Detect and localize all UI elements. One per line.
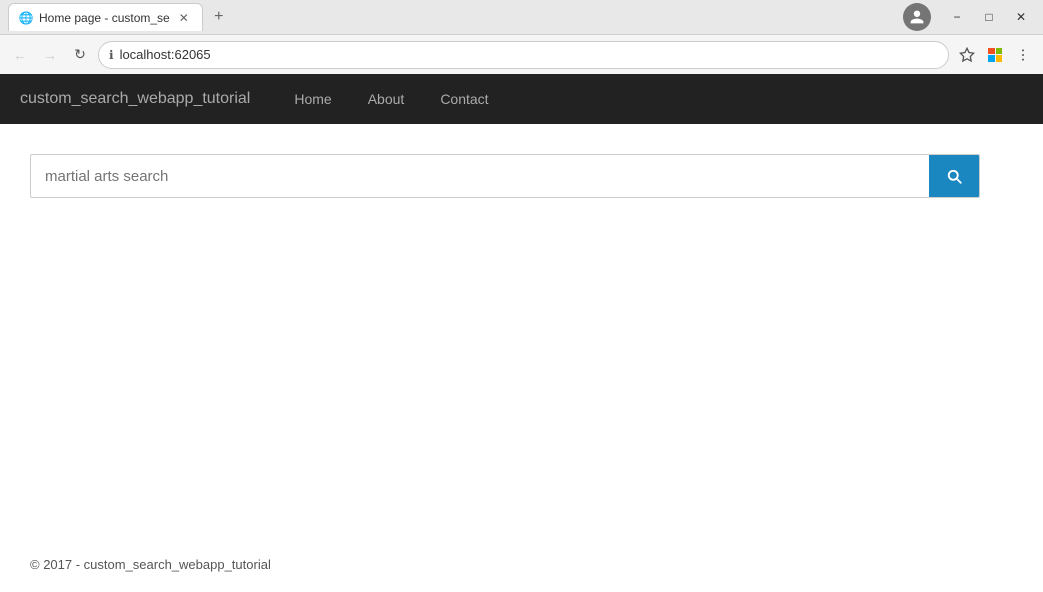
refresh-button[interactable]: ↻ — [68, 43, 92, 67]
main-content — [0, 124, 1043, 537]
search-button[interactable] — [929, 155, 979, 197]
app-window: custom_search_webapp_tutorial Home About… — [0, 74, 1043, 592]
user-profile-button[interactable] — [903, 3, 931, 31]
tab-title: Home page - custom_se — [39, 11, 170, 25]
windows-icon — [985, 45, 1005, 65]
minimize-button[interactable]: − — [943, 6, 971, 28]
search-container — [30, 154, 980, 198]
forward-button[interactable]: → — [38, 43, 62, 67]
browser-tab[interactable]: 🌐 Home page - custom_se ✕ — [8, 3, 203, 31]
browser-menu-button[interactable] — [1011, 43, 1035, 67]
title-bar: 🌐 Home page - custom_se ✕ + − □ ✕ — [0, 0, 1043, 34]
address-bar: ← → ↻ ℹ — [0, 34, 1043, 74]
brand-name: custom_search_webapp_tutorial — [20, 90, 250, 108]
navbar: custom_search_webapp_tutorial Home About… — [0, 74, 1043, 124]
tab-favicon: 🌐 — [19, 11, 33, 25]
nav-link-contact[interactable]: Contact — [432, 87, 496, 111]
close-button[interactable]: ✕ — [1007, 6, 1035, 28]
maximize-button[interactable]: □ — [975, 6, 1003, 28]
url-input[interactable] — [120, 47, 938, 62]
nav-link-about[interactable]: About — [360, 87, 413, 111]
browser-chrome: 🌐 Home page - custom_se ✕ + − □ ✕ ← → ↻ … — [0, 0, 1043, 74]
search-input[interactable] — [31, 158, 929, 195]
back-button[interactable]: ← — [8, 43, 32, 67]
tab-close-button[interactable]: ✕ — [176, 10, 192, 26]
nav-link-home[interactable]: Home — [286, 87, 339, 111]
title-bar-right: − □ ✕ — [903, 3, 1035, 31]
new-tab-button[interactable]: + — [207, 5, 231, 29]
title-bar-left: 🌐 Home page - custom_se ✕ + — [8, 3, 231, 31]
footer-text: © 2017 - custom_search_webapp_tutorial — [30, 557, 271, 572]
footer: © 2017 - custom_search_webapp_tutorial — [0, 537, 1043, 592]
info-icon: ℹ — [109, 48, 114, 62]
bookmark-button[interactable] — [955, 43, 979, 67]
url-bar[interactable]: ℹ — [98, 41, 949, 69]
